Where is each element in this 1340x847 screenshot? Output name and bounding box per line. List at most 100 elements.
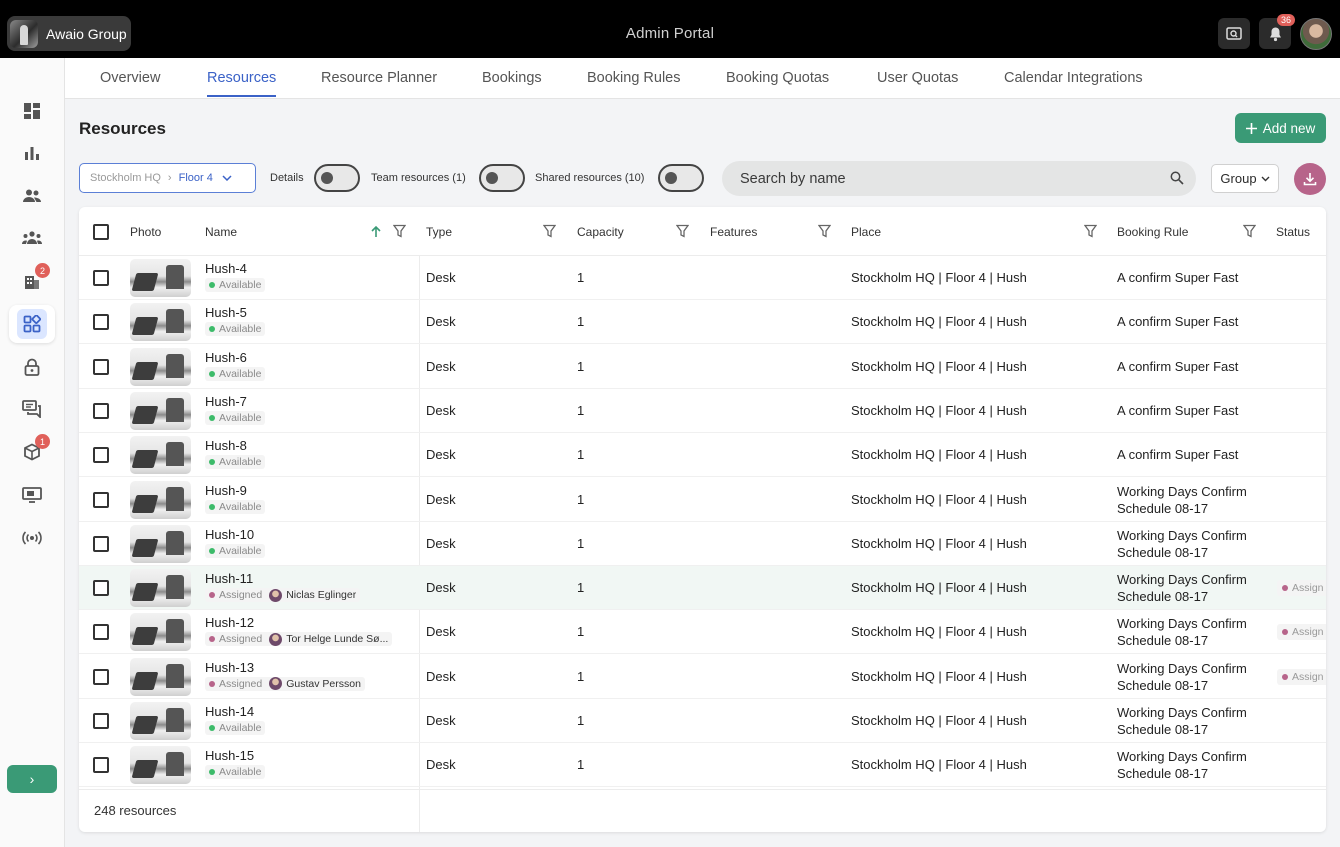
sidebar-item-resources[interactable] <box>9 305 55 343</box>
resource-photo <box>130 569 191 608</box>
tab-bookings[interactable]: Bookings <box>482 70 542 86</box>
download-button[interactable] <box>1294 163 1326 195</box>
sidebar-item-sensors[interactable] <box>9 519 55 557</box>
filter-icon[interactable] <box>1084 224 1097 238</box>
row-checkbox[interactable] <box>93 624 109 641</box>
col-name[interactable]: Name <box>205 225 237 239</box>
filter-icon[interactable] <box>818 224 831 238</box>
table-row[interactable]: Hush-15 Available Desk 1 Stockholm HQ | Floo… <box>79 743 1326 788</box>
table-row[interactable]: Hush-14 Available Desk 1 Stockholm HQ | Floo… <box>79 699 1326 743</box>
filter-icon[interactable] <box>393 224 406 238</box>
row-checkbox[interactable] <box>93 757 109 774</box>
sidebar-item-messages[interactable] <box>9 390 55 428</box>
table-row[interactable]: Hush-7 Available Desk 1 Stockholm HQ | Floor… <box>79 389 1326 433</box>
resource-name[interactable]: Hush-14 <box>205 704 254 719</box>
row-checkbox[interactable] <box>93 713 109 729</box>
sidebar-item-users[interactable] <box>9 177 55 215</box>
row-checkbox[interactable] <box>93 270 109 286</box>
sidebar-item-teams[interactable] <box>9 219 55 257</box>
tab-booking-quotas[interactable]: Booking Quotas <box>726 70 829 86</box>
breadcrumb-building[interactable]: Stockholm HQ <box>90 172 161 184</box>
resource-name[interactable]: Hush-7 <box>205 394 247 409</box>
chevron-down-icon <box>1261 176 1270 181</box>
row-checkbox[interactable] <box>93 668 109 685</box>
search-icon[interactable] <box>1170 171 1184 185</box>
table-row[interactable]: Hush-8 Available Desk 1 Stockholm HQ | Floor… <box>79 433 1326 478</box>
resource-capacity: 1 <box>577 402 585 418</box>
resource-place: Stockholm HQ | Floor 4 | Hush <box>851 580 1027 596</box>
tab-resources[interactable]: Resources <box>207 70 277 97</box>
sidebar-item-screens[interactable] <box>9 476 55 514</box>
select-all-checkbox[interactable] <box>93 224 109 240</box>
search-input[interactable]: Search by name <box>722 161 1196 196</box>
resource-name[interactable]: Hush-6 <box>205 350 247 365</box>
status-dot <box>209 370 215 377</box>
filter-icon[interactable] <box>543 224 556 238</box>
notifications-button[interactable]: 36 <box>1259 14 1295 49</box>
tab-booking-rules[interactable]: Booking Rules <box>587 70 681 86</box>
resource-booking-rule: Working Days Confirm Schedule 08-17 <box>1117 572 1247 605</box>
sidebar-item-packages[interactable]: 1 <box>9 433 55 471</box>
resource-capacity: 1 <box>577 314 585 330</box>
resource-name[interactable]: Hush-9 <box>205 483 247 498</box>
resource-name[interactable]: Hush-8 <box>205 438 247 453</box>
breadcrumb-separator-icon: › <box>167 172 172 184</box>
breadcrumb-floor[interactable]: Floor 4 <box>179 172 213 184</box>
details-toggle[interactable] <box>314 164 360 192</box>
chevron-right-icon: › <box>29 771 35 787</box>
user-avatar[interactable] <box>1300 18 1332 50</box>
add-new-button[interactable]: Add new <box>1235 113 1326 143</box>
sidebar-expand-button[interactable]: › <box>7 765 57 793</box>
group-dropdown[interactable]: Group <box>1211 164 1279 193</box>
resource-place: Stockholm HQ | Floor 4 | Hush <box>851 447 1027 463</box>
team-icon <box>22 231 42 244</box>
resource-type: Desk <box>426 314 456 330</box>
table-row[interactable]: Hush-13 Assigned Gustav Persson Desk 1 Stockh… <box>79 655 1326 699</box>
tab-user-quotas[interactable]: User Quotas <box>877 70 958 86</box>
table-row[interactable]: Hush-12 Assigned Tor Helge Lunde Sø... Desk… <box>79 610 1326 655</box>
assignee-name: Gustav Persson <box>286 677 361 690</box>
tab-overview[interactable]: Overview <box>100 70 160 86</box>
table-row[interactable]: Hush-5 Available Desk 1 Stockholm HQ | Floor… <box>79 300 1326 345</box>
row-checkbox[interactable] <box>93 580 109 597</box>
row-checkbox[interactable] <box>93 402 109 419</box>
tab-calendar-integrations[interactable]: Calendar Integrations <box>1004 70 1143 86</box>
tab-resource-planner[interactable]: Resource Planner <box>321 70 437 86</box>
resource-name[interactable]: Hush-4 <box>205 261 247 276</box>
resource-name[interactable]: Hush-13 <box>205 660 254 675</box>
status-dot <box>1282 629 1288 636</box>
sidebar-item-buildings[interactable]: 2 <box>9 262 55 300</box>
row-checkbox[interactable] <box>93 491 109 508</box>
sidebar-item-analytics[interactable] <box>9 134 55 172</box>
resource-name[interactable]: Hush-12 <box>205 615 254 630</box>
assignee-avatar <box>269 632 283 646</box>
resource-name[interactable]: Hush-15 <box>205 748 254 763</box>
row-checkbox[interactable] <box>93 535 109 552</box>
table-row[interactable]: Hush-10 Available Desk 1 Stockholm HQ | Floo… <box>79 522 1326 566</box>
shared-resources-toggle[interactable] <box>658 164 704 192</box>
row-checkbox[interactable] <box>93 358 109 375</box>
resource-name[interactable]: Hush-10 <box>205 527 254 542</box>
col-status: Status <box>1276 225 1311 239</box>
resource-name[interactable]: Hush-11 <box>205 571 253 586</box>
resource-photo <box>130 702 191 740</box>
notification-badge: 36 <box>1276 14 1295 26</box>
resource-name[interactable]: Hush-5 <box>205 305 247 320</box>
filter-icon[interactable] <box>676 224 689 238</box>
table-row[interactable]: Hush-4 Available Desk 1 Stockholm HQ | Floor… <box>79 256 1326 300</box>
resource-type: Desk <box>426 447 456 463</box>
download-icon <box>1303 173 1317 186</box>
filter-icon[interactable] <box>1243 224 1256 238</box>
table-row[interactable]: Hush-11 Assigned Niclas Eglinger Desk 1 Stock… <box>79 566 1326 611</box>
sort-asc-icon[interactable] <box>370 225 382 238</box>
row-checkbox[interactable] <box>93 447 109 464</box>
team-resources-toggle[interactable] <box>479 164 525 192</box>
table-row[interactable]: Hush-6 Available Desk 1 Stockholm HQ | Floor… <box>79 345 1326 389</box>
location-selector[interactable]: Stockholm HQ › Floor 4 <box>79 163 256 193</box>
sidebar-item-security[interactable] <box>9 348 55 386</box>
sidebar-item-dashboard[interactable] <box>9 92 55 130</box>
resource-status-badge: Assigned Tor Helge Lunde Sø... <box>205 632 393 647</box>
row-checkbox[interactable] <box>93 314 109 331</box>
screen-search-button[interactable] <box>1218 18 1250 49</box>
table-row[interactable]: Hush-9 Available Desk 1 Stockholm HQ | Floor… <box>79 478 1326 522</box>
